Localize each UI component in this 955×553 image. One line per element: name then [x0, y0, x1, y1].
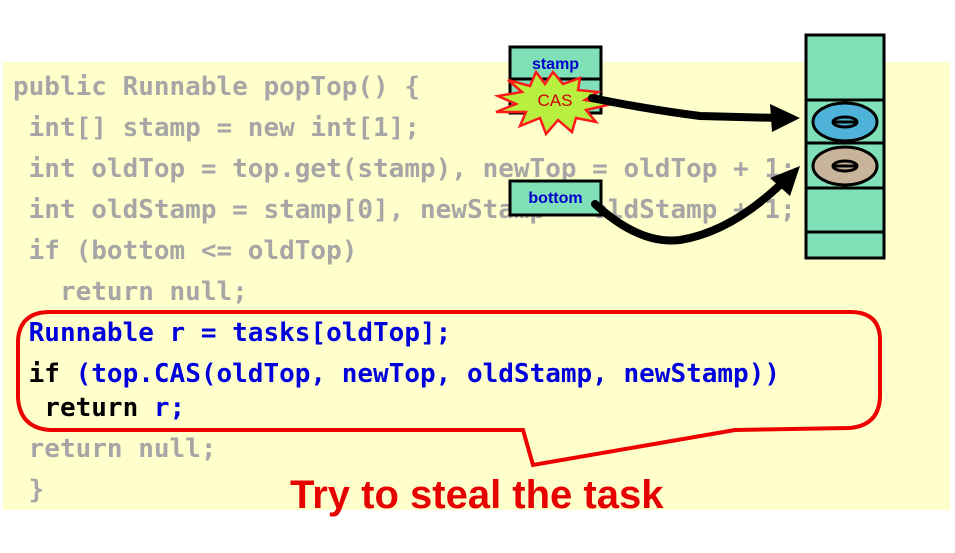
task-token-blue	[811, 101, 879, 143]
slide-caption: Try to steal the task	[290, 473, 664, 517]
slide: public Runnable popTop() { int[] stamp =…	[0, 0, 955, 553]
cas-label: CAS	[537, 91, 573, 110]
top-pointer-arrow	[588, 94, 784, 122]
top-pointer-arrowhead	[770, 104, 800, 132]
task-token-tan	[811, 145, 879, 187]
highlight-callout	[16, 310, 882, 468]
stamp-label: stamp	[531, 56, 580, 73]
bottom-pointer-arrow	[591, 181, 784, 245]
diagram-overlay	[16, 33, 886, 468]
bottom-label: bottom	[528, 190, 583, 207]
